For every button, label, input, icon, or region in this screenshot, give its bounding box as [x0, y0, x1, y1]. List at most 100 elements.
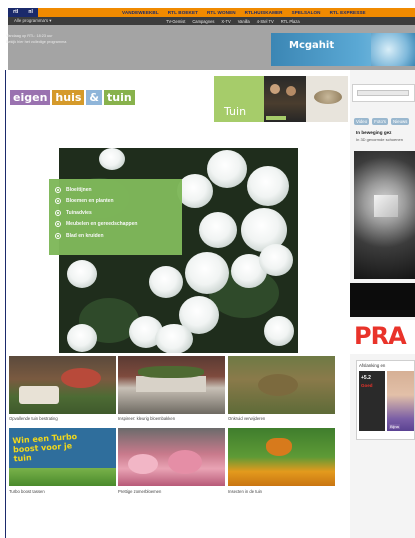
presenters-photo — [264, 76, 306, 122]
bullet-icon — [55, 198, 61, 205]
rose-flower — [185, 252, 229, 294]
menu-item[interactable]: Bloeitijnen — [55, 184, 182, 196]
video-still — [374, 195, 398, 217]
thumbnail-caption[interactable]: Prettige zomerbloemen — [118, 489, 161, 494]
slimming-ad[interactable]: Afslanking en +5.2 Goed Bijna — [356, 360, 415, 440]
topnav-link[interactable]: VANDEWEEKBL — [122, 10, 159, 15]
all-programs-dropdown[interactable]: Alle programma's ▾ — [14, 18, 164, 24]
presenter-face — [286, 86, 296, 96]
tuin-section-title: Tuin — [224, 105, 247, 118]
rose-flower — [207, 150, 247, 188]
butterfly — [266, 438, 292, 456]
flower-cluster — [128, 454, 158, 474]
sidebar-video-player[interactable] — [354, 151, 415, 279]
logo-huis: huis — [52, 90, 85, 105]
presenter-face — [270, 84, 280, 94]
grass-graphic — [9, 468, 116, 486]
sidebar-heading[interactable]: In beweging gez — [356, 130, 391, 135]
rose-flower — [67, 324, 97, 352]
menu-item[interactable]: Meubelen en gereedschappen — [55, 219, 182, 231]
bullet-icon — [55, 186, 61, 193]
category-menu: Bloeitijnen Bloemen en planten Tuinadvie… — [49, 179, 182, 255]
bullet-icon — [55, 221, 61, 228]
menu-item-label: Bloemen en planten — [66, 198, 114, 205]
rose-flower — [259, 244, 293, 276]
shell-image — [314, 90, 342, 104]
menu-item-label: Tuinadvies — [66, 209, 92, 216]
ad-banner-graphic — [371, 33, 415, 66]
weed-patch — [258, 374, 298, 396]
subnav-link[interactable]: RTL Plaza — [281, 19, 300, 24]
thumbnail-summer-flowers[interactable] — [118, 428, 225, 486]
praxis-logo: PRA — [354, 322, 407, 350]
thumbnail-paving[interactable] — [9, 356, 116, 414]
topnav-link[interactable]: SPELSALON — [292, 10, 321, 15]
menu-item-label: Meubelen en gereedschappen — [66, 221, 138, 228]
flower-cluster — [168, 450, 202, 474]
sub-nav-links: TV-Gemist Campagnes X-TV Vanilla 4-Stel … — [166, 19, 300, 24]
thumbnail-caption[interactable]: Opvallende tuin bestrating — [9, 416, 58, 421]
subnav-link[interactable]: 4-Stel TV — [257, 19, 274, 24]
topnav-link[interactable]: RTL WONEN — [207, 10, 236, 15]
photo-caption-strip — [266, 116, 286, 120]
slimming-ad-label: Goed — [361, 383, 373, 388]
slimming-ad-tag: Bijna — [389, 424, 400, 429]
logo-amp: & — [86, 90, 102, 105]
tab-news[interactable]: Nieuws — [390, 118, 410, 125]
slimming-ad-number: +5.2 — [361, 375, 371, 381]
sidebar-search-input[interactable] — [357, 90, 409, 96]
top-navigation-bar: rtl nl VANDEWEEKBL RTL BOEKET RTL WONEN … — [8, 8, 415, 17]
sidebar-search-box — [352, 84, 415, 102]
planter-greens — [138, 366, 204, 378]
thumbnail-caption[interactable]: Turbo boost tassen — [9, 489, 45, 494]
sidebar-tabs: Video Foto's Nieuws — [354, 118, 410, 125]
menu-item[interactable]: Tuinadvies — [55, 207, 182, 219]
slimming-ad-photo: Bijna — [387, 371, 414, 431]
broadcast-link[interactable]: Bekijk hier het volledige programma — [6, 39, 116, 45]
nl-logo-text: nl — [28, 9, 33, 15]
menu-item[interactable]: Blad en kruiden — [55, 230, 182, 242]
sidebar-black-ad[interactable] — [350, 283, 415, 317]
turbo-boost-promo-text: Win een Turbo boost voor je tuin — [12, 431, 78, 464]
rose-flower — [149, 266, 183, 298]
thumbnail-caption[interactable]: Inspireer: kleurig bloembakken — [118, 416, 175, 421]
flower-bed — [61, 368, 101, 388]
thumbnail-insects[interactable] — [228, 428, 335, 486]
subnav-link[interactable]: X-TV — [221, 19, 230, 24]
subnav-link[interactable]: Vanilla — [238, 19, 250, 24]
topnav-link[interactable]: RTL EXPRESSE — [330, 10, 366, 15]
subnav-link[interactable]: TV-Gemist — [166, 19, 185, 24]
rose-flower — [67, 260, 97, 288]
bullet-icon — [55, 209, 61, 216]
sub-navigation-bar: Alle programma's ▾ TV-Gemist Campagnes X… — [8, 17, 415, 25]
slimming-ad-heading: Afslanking en — [359, 363, 386, 368]
menu-item-label: Blad en kruiden — [66, 232, 104, 239]
bullet-icon — [55, 232, 61, 239]
thumbnail-caption[interactable]: Onkruid verwijderen — [228, 416, 265, 421]
thumbnail-turbo-boost[interactable]: Win een Turbo boost voor je tuin — [9, 428, 116, 486]
topnav-link[interactable]: RTL BOEKET — [168, 10, 198, 15]
tab-video[interactable]: Video — [354, 118, 370, 125]
logo-eigen: eigen — [10, 90, 51, 105]
eigen-huis-tuin-logo[interactable]: eigen huis & tuin — [10, 90, 135, 105]
broadcast-info: Vandaag op RTL: 18:23 uur Bekijk hier he… — [6, 33, 116, 45]
rose-flower — [177, 174, 213, 208]
thumbnail-caption[interactable]: Insecten in de tuin — [228, 489, 262, 494]
rtl-logo[interactable]: rtl nl — [8, 8, 38, 17]
rose-flower — [199, 212, 237, 248]
menu-item[interactable]: Bloemen en planten — [55, 196, 182, 208]
topnav-link[interactable]: RTLHUISKAMER — [245, 10, 283, 15]
planter-box — [136, 376, 206, 392]
slimming-ad-panel: +5.2 Goed — [359, 371, 385, 431]
praxis-ad[interactable]: PRA — [350, 320, 415, 354]
top-nav-links: VANDEWEEKBL RTL BOEKET RTL WONEN RTLHUIS… — [122, 10, 366, 15]
subnav-link[interactable]: Campagnes — [192, 19, 214, 24]
ad-banner-text: Mcgahit — [289, 40, 335, 51]
thumbnail-planters[interactable] — [118, 356, 225, 414]
paving-stones — [19, 386, 59, 404]
tuin-section-header: Tuin — [214, 76, 264, 122]
ad-banner[interactable]: Mcgahit — [271, 33, 415, 66]
thumbnail-weeds[interactable] — [228, 356, 335, 414]
rose-flower — [155, 324, 193, 353]
tab-photos[interactable]: Foto's — [372, 118, 388, 125]
